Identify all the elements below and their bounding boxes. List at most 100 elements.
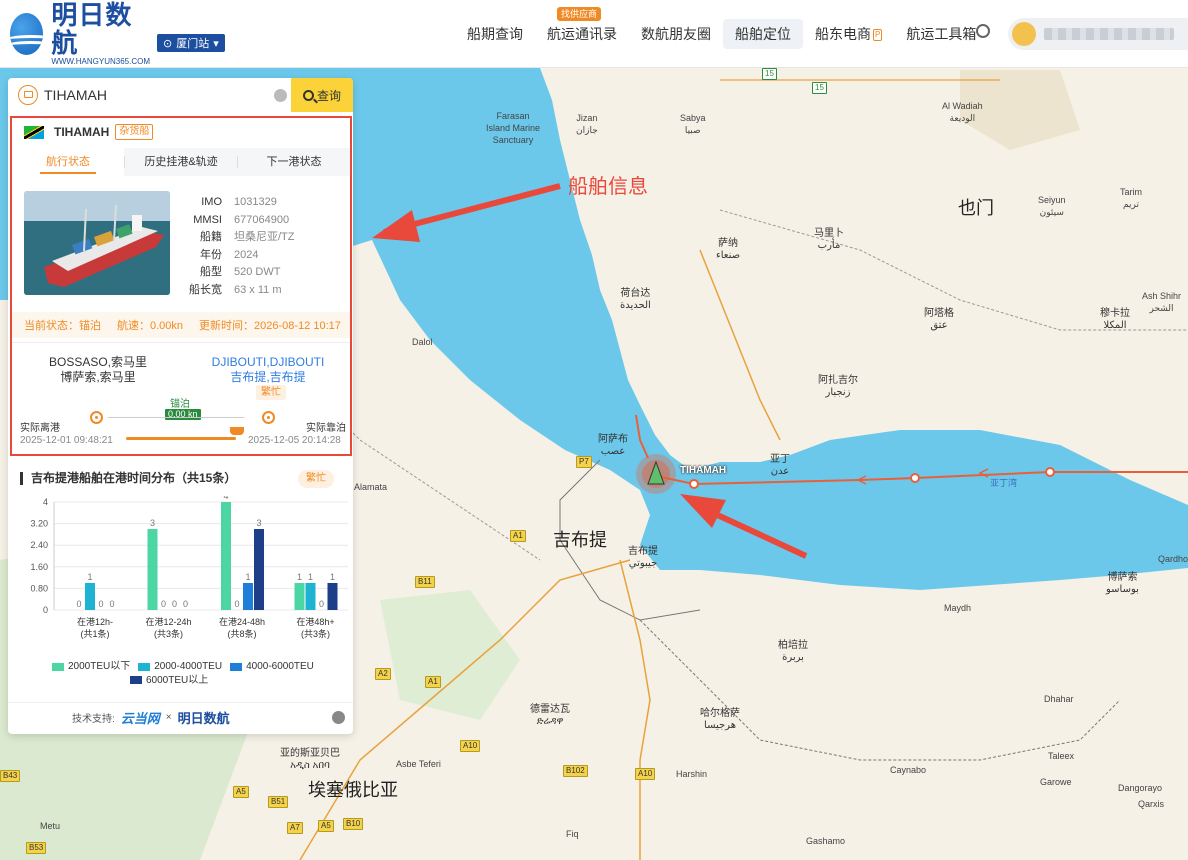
map-place-label: Tarim تريم [1120,187,1142,209]
nav-item[interactable]: 船舶定位 [723,19,803,49]
ship-photo[interactable] [24,191,170,295]
road-sign: B53 [26,842,47,854]
legend-swatch [138,662,151,671]
bar-value-label: 4 [223,496,228,501]
road-sign: A5 [233,786,249,798]
map-place-label: 穆卡拉 المكلا [1100,308,1130,331]
chart-title: 吉布提港船舶在港时间分布（共15条） [20,472,236,485]
chart-legend: 2000TEU以下 2000-4000TEU 4000-6000TEU 6000TEU… [52,660,352,687]
map-place-label: Harshin [676,769,708,779]
arrival-port[interactable]: DJIBOUTI,DJIBOUTI 吉布提,吉布提 [208,355,328,385]
link-icon[interactable] [976,24,990,38]
bar-value-label: 1 [308,572,313,582]
current-speed: 航速：0.00kn [117,320,184,332]
legend-swatch [130,676,142,684]
map-place-label: Jizan جازان [576,113,598,135]
road-sign: A1 [425,676,441,688]
bar-value-label: 0 [319,599,324,609]
bar-chart: 43.202.401.600.800010 0在港12h-(共1条)30 0 0在港1… [30,496,348,639]
search-input[interactable] [44,80,274,110]
tanzania-flag-icon [24,125,44,139]
map-place-label: Dalol [412,337,433,347]
departure-label: 实际离港 [20,423,60,434]
bar-value-label: 0 [76,599,81,609]
map-place-label: 埃塞俄比亚 [308,780,398,800]
departure-point-icon [90,411,103,424]
anchor-status: 锚泊 [170,399,190,410]
tab-next-port[interactable]: 下一港状态 [238,148,350,176]
avatar [1012,22,1036,46]
legend-item[interactable]: 2000-4000TEU [138,660,222,673]
property-row: 船型 520 DWT [200,266,281,278]
panel-footer: 技术支持: 云当网 × 明日数航 [8,702,353,732]
voyage-section: BOSSASO,索马里 博萨索,索马里 DJIBOUTI,DJIBOUTI 吉布… [12,342,350,456]
search-icon [302,89,314,101]
nav-item[interactable]: 航运工具箱 [894,19,988,49]
road-sign: B51 [268,796,289,808]
legend-item[interactable]: 4000-6000TEU [230,660,314,673]
parking-icon: P [873,29,883,42]
road-sign: A10 [460,740,481,752]
map-place-label: 阿塔格 عتق [924,308,954,331]
port-time-chart: 吉布提港船舶在港时间分布（共15条） 繁忙 4 3.20 2.40 1.60 0.80 0… [8,462,353,702]
station-selector[interactable]: ⊙ 厦门站 ▾ [157,34,225,52]
nav-badge: 找供应商 [557,7,602,21]
x-tick-sublabel: (共8条) [228,628,257,639]
map-place-label: Farasan Island Marine Sanctuary [486,111,541,145]
nav-item[interactable]: 航运通讯录 找供应商 [535,7,629,49]
bar-value-label: 3 [150,518,155,528]
legend-item[interactable]: 2000TEU以下 [52,660,130,673]
partner-logo: 云当网 [120,711,160,726]
road-sign: A2 [375,668,391,680]
x-tick-sublabel: (共3条) [301,628,330,639]
vessel-info-card: TIHAMAH 杂货船 航行状态 历史挂港&轨迹 下一港状态 IMO 10313… [10,116,352,456]
logo-icon [10,13,44,55]
map-place-label: Metu [40,821,61,831]
map-place-label: 萨纳 صنعاء [716,238,741,261]
map-place-label: Seiyun سيئون [1038,195,1066,217]
search-button[interactable]: 查询 [291,78,353,112]
tab-voyage-status[interactable]: 航行状态 [12,148,124,176]
main-nav: 船期查询 航运通讯录 找供应商 数航朋友圈 船舶定位 船东电商 P 航运工具箱 [455,7,988,50]
map-place-label: 荷台达 الحديدة [620,288,651,311]
map-place-label: 阿萨布 عصب [598,434,628,457]
ship-map-label[interactable]: TIHAMAH [680,465,726,476]
departure-port[interactable]: BOSSASO,索马里 博萨索,索马里 [48,355,148,385]
bar [243,583,253,610]
map-place-label: Gashamo [806,836,846,846]
chevron-down-icon: ▾ [213,37,219,50]
x-tick-label: 在港48h+ [296,616,334,627]
user-menu[interactable] [1008,18,1188,50]
close-icon[interactable] [332,711,345,724]
nav-item[interactable]: 船东电商 P [803,19,894,49]
map-place-label: Qardho [1158,554,1188,564]
bar-value-label: 0 [109,599,114,609]
map-place-label: 哈尔格萨 هرجيسا [700,708,740,731]
road-sign: A1 [510,530,526,542]
map-place-label: Fiq [566,829,579,839]
legend-item[interactable]: 6000TEU以上 [130,674,208,687]
y-tick-label: 0.80 [30,583,48,593]
tab-history[interactable]: 历史挂港&轨迹 [125,148,237,176]
legend-swatch [52,662,64,671]
clear-icon[interactable] [274,89,287,102]
map-place-label: Dangorayo [1118,783,1163,793]
y-tick-label: 4 [43,497,48,507]
arrival-point-icon [262,411,275,424]
brand-logo[interactable]: 明日数航 WWW.HANGYUN365.COM [10,1,150,66]
map-place-label: Sabya صبيا [680,113,706,135]
nav-item[interactable]: 数航朋友圈 [629,19,723,49]
bar-value-label: 0 [183,599,188,609]
nav-item[interactable]: 船期查询 [455,19,535,49]
chart-busy-badge: 繁忙 [298,470,334,488]
vessel-status-bar: 当前状态：锚泊 航速：0.00kn 更新时间：2026-08-12 10:17 [12,312,350,338]
current-status: 当前状态：锚泊 [24,320,101,332]
road-sign: B43 [0,770,21,782]
bar [294,583,305,610]
search-bar: 查询 [8,78,353,112]
vessel-panel: 查询 TIHAMAH 杂货船 航行状态 历史挂港&轨迹 下一港状态 [8,78,353,734]
bar-value-label: 1 [297,572,302,582]
user-name-blurred [1044,28,1174,40]
property-row: 船籍 坦桑尼亚/TZ [200,231,295,243]
location-pin-icon: ⊙ [163,37,173,50]
